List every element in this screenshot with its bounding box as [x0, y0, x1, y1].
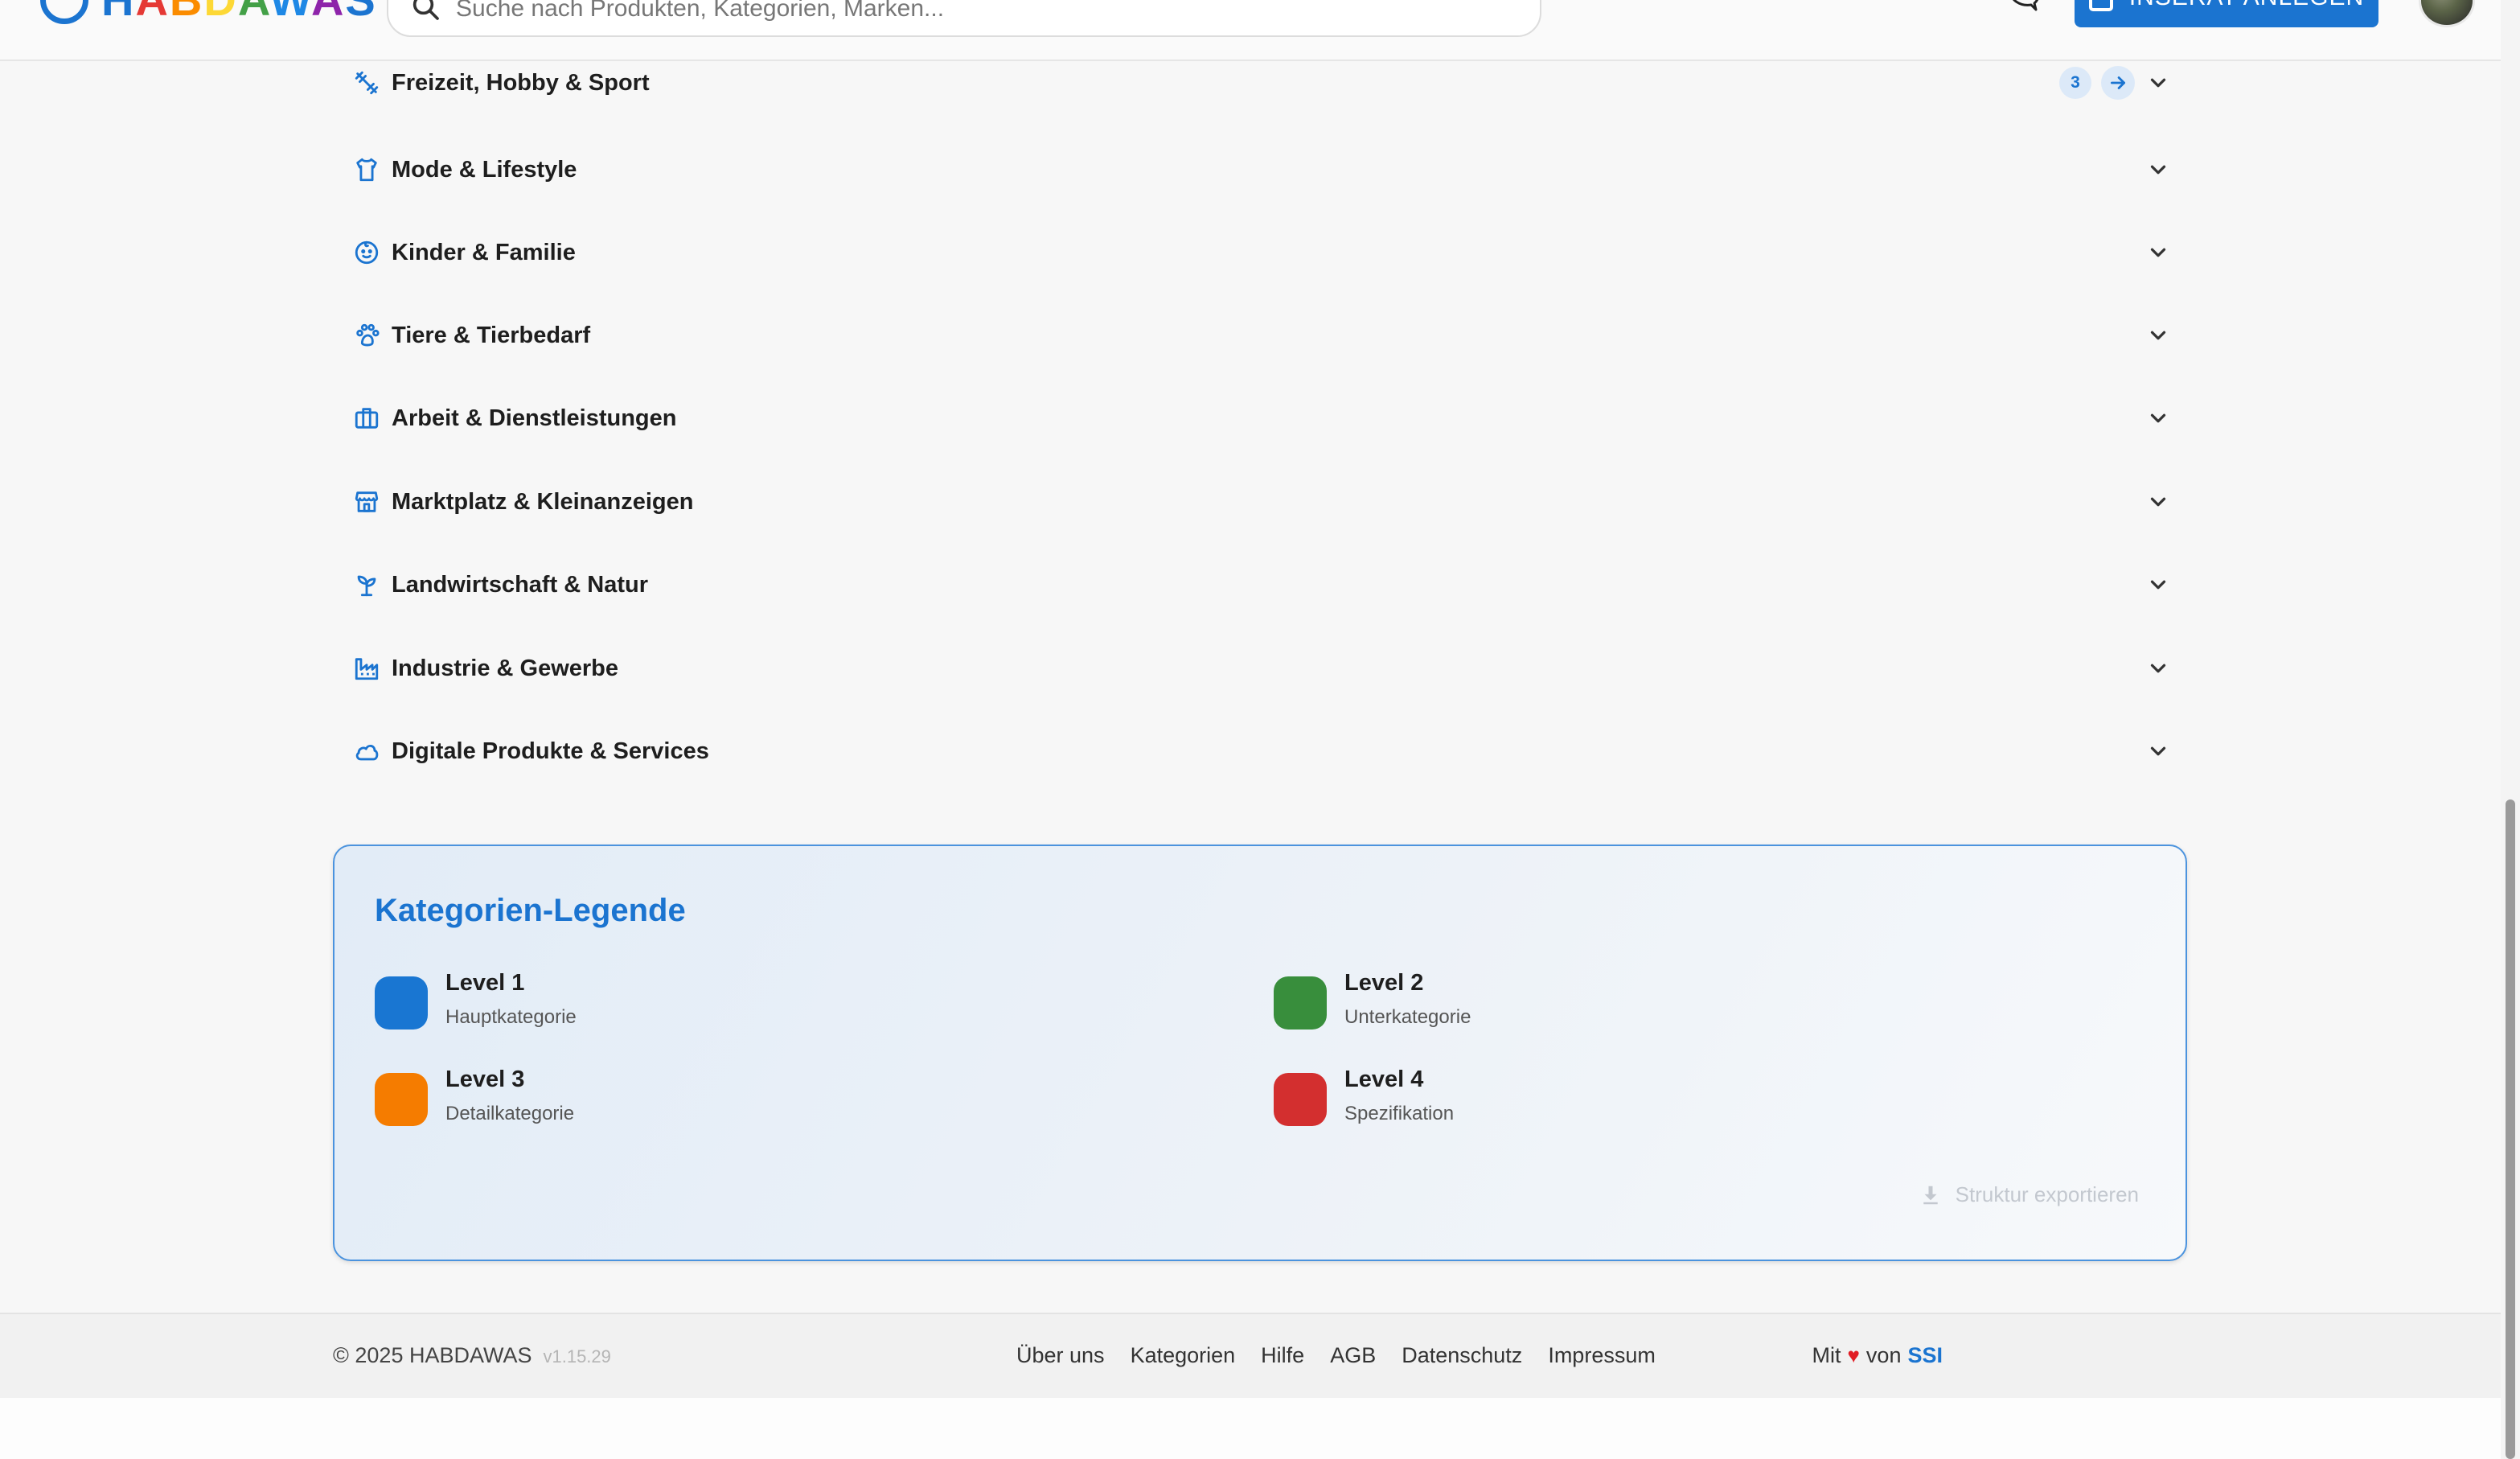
category-legend-card: Kategorien-Legende Level 1 Hauptkategori…: [333, 845, 2187, 1261]
category-label: Marktplatz & Kleinanzeigen: [392, 488, 694, 515]
copyright-text: © 2025 HABDAWAS: [333, 1343, 532, 1367]
logo-mark-icon: [40, 0, 88, 24]
level-2-swatch: [1274, 976, 1327, 1030]
legend-item-level-1: Level 1 Hauptkategorie: [375, 967, 577, 1031]
version-text: v1.15.29: [543, 1346, 611, 1367]
sprout-icon: [357, 575, 376, 597]
category-row-mode[interactable]: Mode & Lifestyle: [334, 138, 2186, 202]
legend-item-subtitle: Unterkategorie: [1344, 1006, 1471, 1028]
footer-link-kategorien[interactable]: Kategorien: [1131, 1343, 1236, 1368]
legend-item-level-2: Level 2 Unterkategorie: [1274, 967, 1471, 1031]
credit-prefix: Mit: [1812, 1343, 1841, 1367]
arrow-right-icon: [2111, 76, 2125, 89]
category-label: Mode & Lifestyle: [392, 156, 577, 183]
legend-item-title: Level 4: [1344, 1067, 1424, 1092]
baby-face-icon: [355, 240, 379, 265]
category-row-freizeit[interactable]: Freizeit, Hobby & Sport 3: [334, 51, 2186, 115]
category-label: Freizeit, Hobby & Sport: [392, 69, 650, 96]
heart-icon: ♥: [1847, 1343, 1860, 1367]
chevron-down-icon[interactable]: [2146, 656, 2170, 680]
category-row-arbeit[interactable]: Arbeit & Dienstleistungen: [334, 386, 2186, 450]
logo[interactable]: HABDAWAS: [40, 0, 377, 24]
category-row-tiere[interactable]: Tiere & Tierbedarf: [334, 303, 2186, 368]
legend-item-title: Level 2: [1344, 970, 1424, 996]
category-label: Arbeit & Dienstleistungen: [392, 405, 677, 431]
category-label: Kinder & Familie: [392, 239, 576, 265]
credit-middle: von: [1865, 1343, 1902, 1367]
footer-copyright: © 2025 HABDAWAS v1.15.29: [333, 1343, 611, 1368]
category-label: Industrie & Gewerbe: [392, 655, 619, 681]
cloud-icon: [355, 745, 379, 761]
category-label: Tiere & Tierbedarf: [392, 322, 591, 348]
footer-link-hilfe[interactable]: Hilfe: [1261, 1343, 1304, 1368]
footer-link-datenschutz[interactable]: Datenschutz: [1402, 1343, 1522, 1368]
category-label: Landwirtschaft & Natur: [392, 571, 649, 598]
factory-icon: [355, 658, 379, 680]
legend-item-level-4: Level 4 Spezifikation: [1274, 1063, 1454, 1128]
category-row-marktplatz[interactable]: Marktplatz & Kleinanzeigen: [334, 470, 2186, 534]
category-row-digital[interactable]: Digitale Produkte & Services: [334, 719, 2186, 783]
footer-link-ueber-uns[interactable]: Über uns: [1016, 1343, 1105, 1368]
paw-icon: [356, 323, 380, 347]
level-1-swatch: [375, 976, 428, 1030]
shirt-icon: [356, 158, 377, 182]
chevron-down-icon[interactable]: [2146, 406, 2170, 430]
footer-links: Über uns Kategorien Hilfe AGB Datenschut…: [1016, 1343, 1681, 1368]
category-row-landwirtschaft[interactable]: Landwirtschaft & Natur: [334, 553, 2186, 617]
page-bottom: [0, 1398, 2501, 1459]
create-listing-button[interactable]: INSERAT ANLEGEN: [2075, 0, 2378, 27]
store-icon: [355, 491, 379, 512]
chevron-down-icon[interactable]: [2146, 323, 2170, 347]
footer: © 2025 HABDAWAS v1.15.29 Über uns Kategor…: [0, 1313, 2501, 1399]
legend-item-level-3: Level 3 Detailkategorie: [375, 1063, 574, 1128]
credit-brand-link[interactable]: SSI: [1907, 1343, 1943, 1368]
chevron-down-icon[interactable]: [2146, 739, 2170, 763]
subcategory-count-badge: 3: [2059, 67, 2091, 99]
export-structure-button[interactable]: Struktur exportieren: [1919, 1182, 2139, 1207]
level-3-swatch: [375, 1073, 428, 1126]
legend-item-title: Level 3: [445, 1067, 525, 1092]
legend-title: Kategorien-Legende: [375, 893, 686, 928]
export-structure-label: Struktur exportieren: [1955, 1182, 2139, 1206]
search-icon: [412, 0, 439, 20]
search-bar[interactable]: [387, 0, 1541, 37]
search-input[interactable]: [456, 0, 1519, 23]
chat-icon[interactable]: [2004, 0, 2041, 16]
scrollbar-thumb[interactable]: [2506, 799, 2515, 1459]
chevron-down-icon[interactable]: [2146, 573, 2170, 597]
legend-item-subtitle: Detailkategorie: [445, 1103, 575, 1124]
open-category-button[interactable]: [2101, 66, 2135, 100]
download-icon: [1923, 1186, 1938, 1204]
category-row-kinder[interactable]: Kinder & Familie: [334, 220, 2186, 285]
add-photo-icon: [2088, 0, 2113, 11]
legend-item-subtitle: Hauptkategorie: [445, 1006, 577, 1028]
logo-text: HABDAWAS: [101, 0, 377, 24]
legend-item-title: Level 1: [445, 970, 525, 996]
chevron-down-icon[interactable]: [2146, 71, 2170, 95]
create-listing-label: INSERAT ANLEGEN: [2129, 0, 2364, 11]
footer-link-impressum[interactable]: Impressum: [1548, 1343, 1656, 1368]
category-label: Digitale Produkte & Services: [392, 738, 709, 764]
footer-credit: Mit ♥ von SSI: [1812, 1343, 1943, 1368]
sport-icon: [355, 71, 379, 95]
avatar[interactable]: [2419, 0, 2475, 27]
briefcase-icon: [355, 408, 379, 429]
chevron-down-icon[interactable]: [2146, 490, 2170, 514]
chevron-down-icon[interactable]: [2146, 158, 2170, 182]
legend-item-subtitle: Spezifikation: [1344, 1103, 1455, 1124]
level-4-swatch: [1274, 1073, 1327, 1126]
footer-link-agb[interactable]: AGB: [1330, 1343, 1376, 1368]
category-row-industrie[interactable]: Industrie & Gewerbe: [334, 636, 2186, 701]
chevron-down-icon[interactable]: [2146, 240, 2170, 265]
